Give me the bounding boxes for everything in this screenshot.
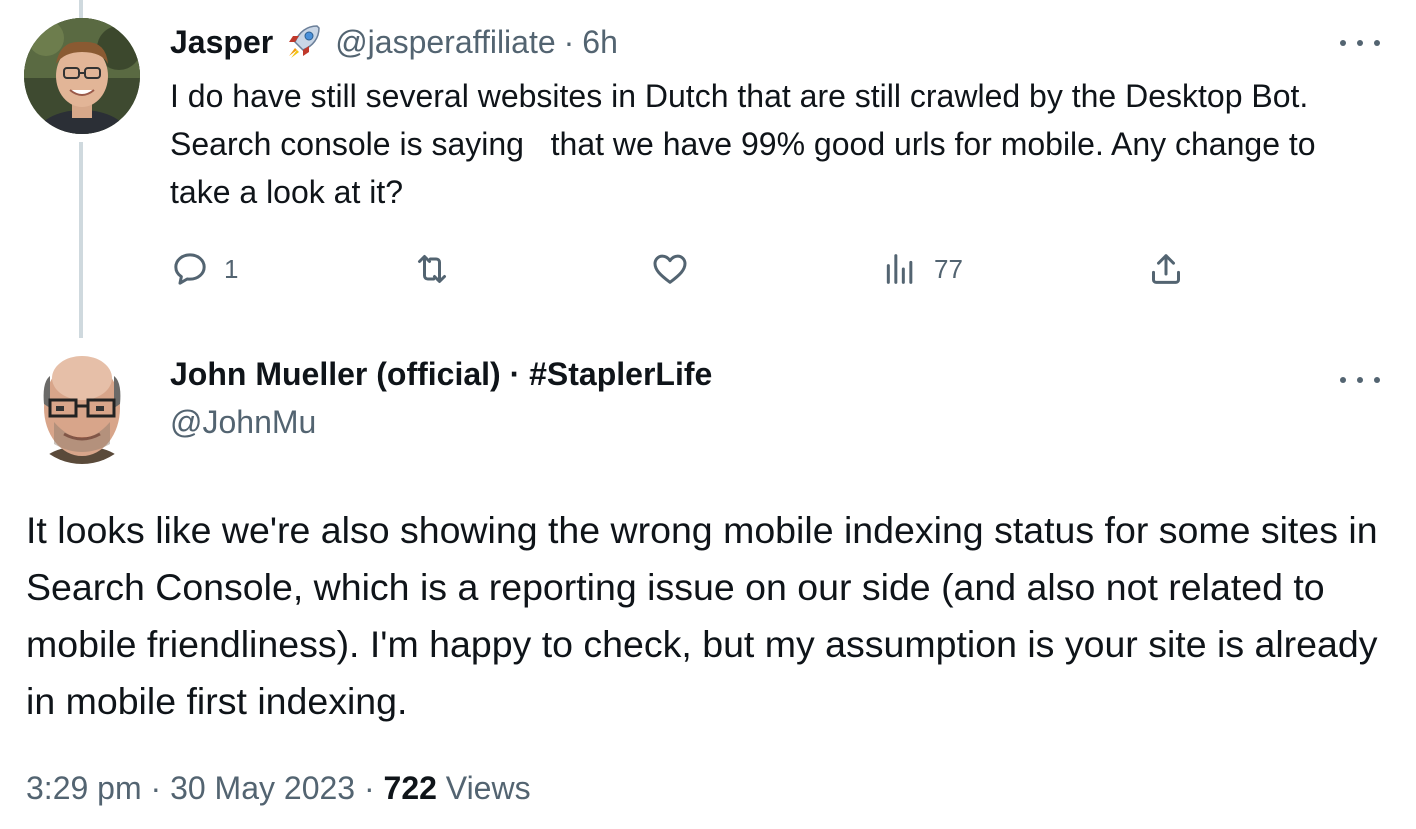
- thread-line: [79, 0, 83, 18]
- timestamp[interactable]: 6h: [582, 24, 618, 61]
- more-options-icon[interactable]: [1340, 370, 1380, 390]
- avatar[interactable]: [24, 18, 140, 134]
- views-count: 722: [383, 770, 437, 806]
- reply-tweet-text: I do have still several websites in Dutc…: [170, 78, 1325, 210]
- author-handle[interactable]: @jasperaffiliate: [335, 24, 555, 61]
- avatar-john-image: [24, 348, 140, 464]
- views-label: Views: [445, 770, 531, 806]
- analytics-icon: [886, 254, 913, 284]
- avatar-jasper-image: [24, 18, 140, 134]
- tweet-date[interactable]: 30 May 2023: [170, 770, 355, 806]
- thread-line: [79, 142, 83, 338]
- tweet-time[interactable]: 3:29 pm: [26, 770, 142, 806]
- reply-count: 1: [224, 253, 239, 284]
- separator: ·: [150, 770, 162, 806]
- tweet-thread: Jasper @jasperaffiliate · 6h I do have s…: [0, 0, 1416, 829]
- views-count: 77: [934, 253, 963, 284]
- reply-icon: [174, 253, 206, 285]
- repost-button[interactable]: [412, 246, 466, 292]
- reply-button[interactable]: 1: [170, 246, 238, 292]
- share-button[interactable]: [1146, 246, 1186, 292]
- heart-icon: [653, 254, 687, 284]
- more-options-icon[interactable]: [1340, 33, 1380, 53]
- views-button[interactable]: 77: [880, 246, 963, 292]
- rocket-icon: [283, 22, 323, 62]
- tweet-meta: 3:29 pm · 30 May 2023 · 722 Views: [26, 770, 531, 807]
- repost-icon: [418, 255, 446, 283]
- separator: ·: [563, 23, 575, 60]
- separator: ·: [363, 770, 375, 806]
- share-icon: [1152, 254, 1180, 284]
- main-tweet-text: It looks like we're also showing the wro…: [26, 509, 1378, 722]
- reply-tweet-header: Jasper @jasperaffiliate · 6h: [170, 22, 618, 62]
- author-name[interactable]: Jasper: [170, 24, 273, 61]
- tweet-actions: 1 77: [170, 246, 1210, 292]
- avatar[interactable]: [24, 348, 140, 464]
- like-button[interactable]: [650, 246, 704, 292]
- author-handle[interactable]: @JohnMu: [170, 404, 316, 441]
- author-name[interactable]: John Mueller (official) · #StaplerLife: [170, 356, 712, 393]
